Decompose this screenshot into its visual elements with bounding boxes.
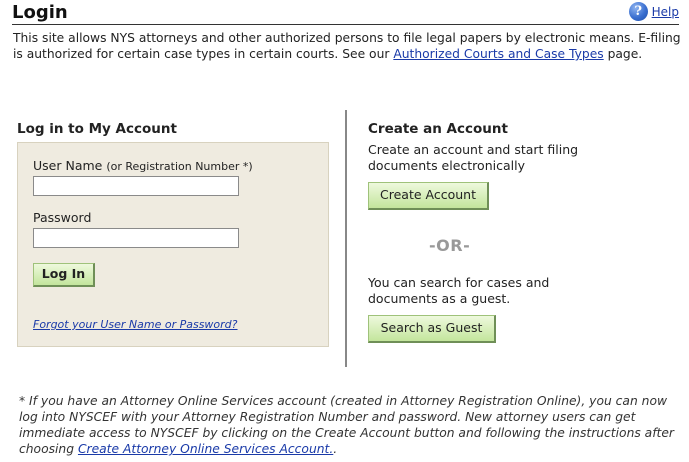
username-label-text: User Name: [33, 158, 103, 173]
help-link-group[interactable]: ? Help: [628, 2, 679, 21]
guest-description: You can search for cases and documents a…: [368, 275, 550, 306]
column-divider: [345, 110, 347, 367]
page-header: Login ? Help: [12, 2, 679, 25]
page-title: Login: [12, 2, 68, 23]
search-as-guest-button[interactable]: Search as Guest: [368, 315, 496, 343]
login-section: Log in to My Account: [17, 121, 177, 137]
create-account-heading: Create an Account: [368, 121, 508, 137]
password-label: Password: [33, 210, 92, 225]
create-aos-account-link[interactable]: Create Attorney Online Services Account.: [78, 442, 333, 456]
password-input[interactable]: [33, 228, 239, 248]
footnote-text-after: .: [333, 442, 338, 456]
or-separator: -OR-: [429, 236, 471, 255]
forgot-credentials-link[interactable]: Forgot your User Name or Password?: [33, 318, 238, 331]
login-button[interactable]: Log In: [33, 263, 95, 287]
username-input[interactable]: [33, 176, 239, 196]
create-account-description: Create an account and start filing docum…: [368, 142, 579, 173]
create-account-button[interactable]: Create Account: [368, 182, 489, 210]
login-form: User Name (or Registration Number *) Pas…: [17, 142, 329, 347]
intro-text: This site allows NYS attorneys and other…: [13, 30, 683, 62]
authorized-courts-link[interactable]: Authorized Courts and Case Types: [393, 47, 603, 61]
username-label: User Name (or Registration Number *): [33, 158, 253, 173]
help-icon[interactable]: ?: [628, 2, 648, 21]
footnote: * If you have an Attorney Online Service…: [19, 393, 679, 457]
login-heading: Log in to My Account: [17, 121, 177, 137]
username-hint: (or Registration Number *): [106, 160, 253, 173]
intro-text-after: page.: [603, 47, 643, 61]
help-link[interactable]: Help: [652, 5, 679, 19]
